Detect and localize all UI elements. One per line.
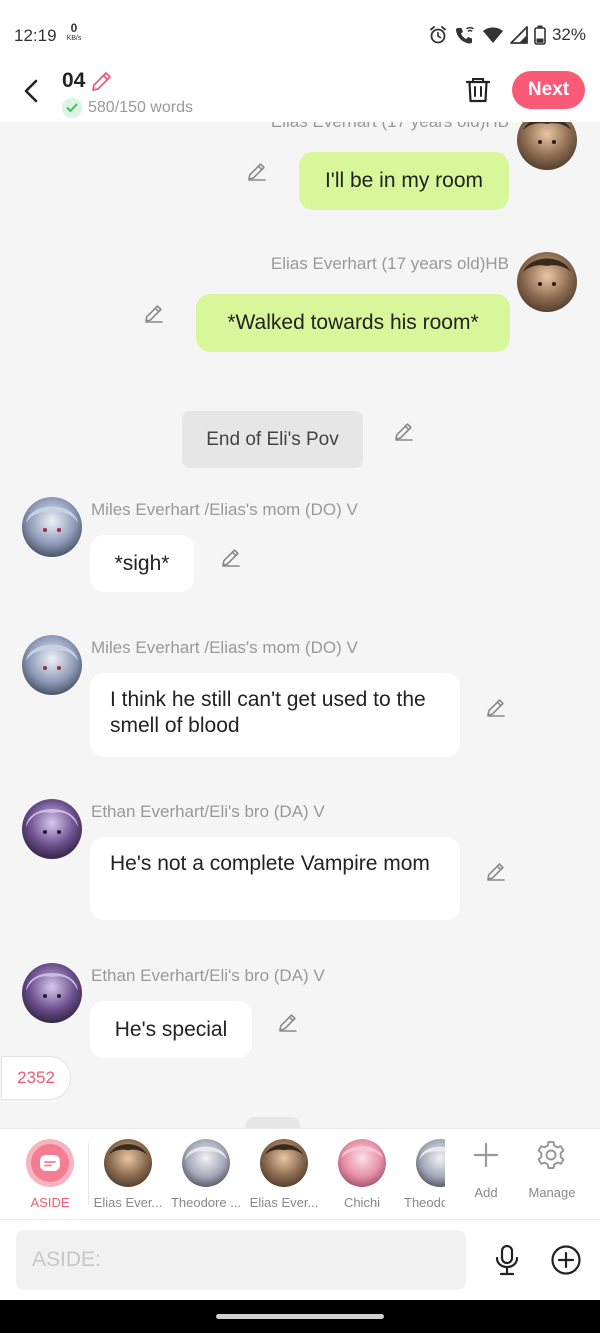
back-button[interactable]: [14, 74, 48, 108]
status-time: 12:19: [14, 26, 57, 45]
edit-message-icon[interactable]: [219, 545, 243, 569]
check-icon: [62, 98, 82, 118]
add-label: Add: [474, 1185, 498, 1200]
edit-message-icon[interactable]: [245, 159, 269, 183]
chat-area: Elias Everhart (17 years old)HB I'll be …: [0, 122, 600, 1128]
edit-title-icon[interactable]: [89, 68, 117, 94]
character-bar: ASIDE Elias Ever... Theodore ... Elias E…: [0, 1128, 600, 1220]
message-bubble[interactable]: He's not a complete Vampire mom: [90, 837, 460, 920]
word-count: 580/150 words: [88, 99, 193, 116]
alarm-icon: [430, 26, 446, 44]
edit-message-icon[interactable]: [276, 1010, 300, 1034]
character-avatar[interactable]: [104, 1139, 152, 1187]
edit-message-icon[interactable]: [392, 419, 416, 443]
wifi-icon: [482, 27, 503, 43]
character-avatar[interactable]: [416, 1139, 445, 1187]
sender-name: Ethan Everhart/Eli's bro (DA) V: [91, 966, 325, 985]
edit-message-icon[interactable]: [484, 695, 508, 719]
sender-name: Elias Everhart (17 years old)HB: [271, 122, 509, 132]
message-bubble[interactable]: I think he still can't get used to the s…: [90, 673, 460, 757]
message-bubble[interactable]: He's special: [90, 1001, 252, 1058]
message-bubble[interactable]: *sigh*: [90, 535, 194, 592]
narration-bubble[interactable]: End of Eli's Pov: [182, 411, 363, 468]
message-bubble[interactable]: *Walked towards his room*: [196, 294, 510, 352]
character-name: Elias Ever...: [249, 1195, 319, 1210]
edit-message-icon[interactable]: [484, 859, 508, 883]
edit-message-icon[interactable]: [142, 301, 166, 325]
avatar[interactable]: [22, 963, 82, 1023]
voice-button[interactable]: [490, 1242, 524, 1278]
manage-label: Manage: [528, 1185, 576, 1200]
aside-label: ASIDE: [30, 1195, 70, 1210]
network-speed-value: 0: [70, 21, 78, 35]
message-bubble[interactable]: I'll be in my room: [299, 152, 509, 210]
chapter-title: 04: [62, 69, 86, 92]
system-navigation-bar: [0, 1300, 600, 1333]
next-button[interactable]: Next: [512, 71, 585, 109]
message-counter-badge[interactable]: 2352: [1, 1056, 71, 1100]
character-avatar[interactable]: [260, 1139, 308, 1187]
avatar[interactable]: [517, 122, 577, 170]
battery-percent: 32%: [551, 25, 586, 44]
message-input[interactable]: [16, 1230, 466, 1290]
character-name: Theodore ...: [170, 1195, 242, 1210]
character-name: Chichi: [343, 1195, 381, 1210]
signal-icon: [510, 26, 528, 44]
home-indicator[interactable]: [216, 1314, 384, 1319]
plus-circle-icon: [551, 1245, 581, 1275]
status-icons: 32%: [428, 22, 586, 48]
network-speed: 0 KB/s: [62, 22, 86, 42]
microphone-icon: [495, 1244, 519, 1276]
aside-chat-icon: [31, 1144, 69, 1182]
sender-name: Miles Everhart /Elias's mom (DO) V: [91, 500, 358, 519]
trash-icon: [465, 78, 491, 103]
gear-icon: [537, 1141, 565, 1169]
back-arrow-icon: [24, 79, 38, 103]
character-name: Theodo: [404, 1195, 445, 1210]
aside-button[interactable]: [26, 1139, 74, 1187]
character-avatar[interactable]: [182, 1139, 230, 1187]
next-message-peek: [246, 1117, 300, 1128]
delete-button[interactable]: [462, 74, 494, 106]
input-bar: [0, 1220, 600, 1300]
avatar[interactable]: [22, 497, 82, 557]
avatar[interactable]: [22, 799, 82, 859]
add-character-button[interactable]: [470, 1139, 502, 1171]
header: 04 580/150 words Next: [0, 62, 600, 122]
sender-name: Miles Everhart /Elias's mom (DO) V: [91, 638, 358, 657]
avatar[interactable]: [22, 635, 82, 695]
manage-button[interactable]: [535, 1139, 567, 1171]
network-speed-unit: KB/s: [66, 35, 82, 42]
status-bar: 12:19 0 KB/s 32%: [0, 0, 600, 62]
call-wifi-icon: [455, 26, 474, 44]
avatar[interactable]: [517, 252, 577, 312]
character-name: Elias Ever...: [93, 1195, 163, 1210]
battery-icon: [534, 25, 546, 45]
title-area: 04 580/150 words: [62, 68, 193, 118]
sender-name: Ethan Everhart/Eli's bro (DA) V: [91, 802, 325, 821]
character-avatar[interactable]: [338, 1139, 386, 1187]
sender-name: Elias Everhart (17 years old)HB: [270, 254, 509, 273]
more-button[interactable]: [548, 1242, 584, 1278]
plus-icon: [473, 1142, 499, 1168]
divider: [88, 1143, 89, 1205]
